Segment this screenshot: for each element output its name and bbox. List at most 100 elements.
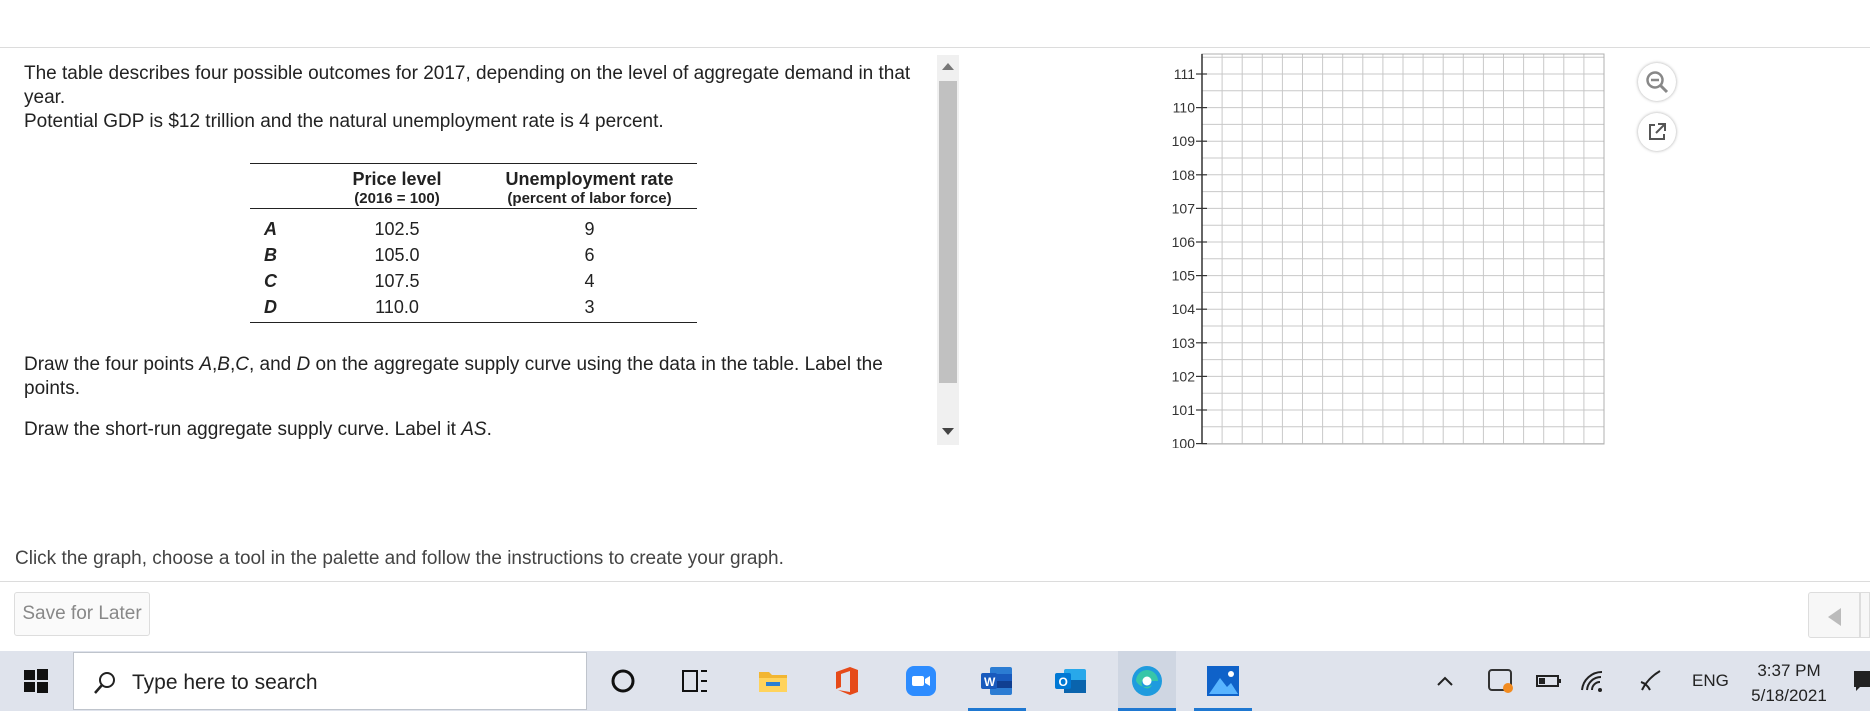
zoom-out-button[interactable] (1638, 63, 1676, 101)
row-unemp: 4 (584, 271, 595, 291)
row-price: 110.0 (312, 294, 482, 323)
row-label: A (264, 219, 277, 240)
row-price: 102.5 (374, 219, 420, 240)
taskbar-search[interactable]: Type here to search (73, 652, 587, 710)
point-label-c: C (235, 354, 249, 375)
notification-icon (1854, 671, 1870, 691)
y-tick-label: 106 (1172, 234, 1196, 250)
curve-label-as: AS (461, 419, 487, 440)
previous-question-button[interactable] (1808, 592, 1860, 638)
footer-divider (0, 581, 1870, 582)
tray-app-button[interactable] (1480, 651, 1522, 711)
popout-icon (1649, 123, 1666, 140)
question-draw-points: Draw the four points A,B,C, and D on the… (24, 354, 883, 399)
y-tick-label: 108 (1172, 167, 1196, 183)
pen-button[interactable] (1630, 651, 1672, 711)
graph-area[interactable]: 111 110 109 108 107 106 105 104 103 102 101 100 (1160, 52, 1620, 448)
table-row: C 107.5 4 (250, 269, 697, 295)
wifi-button[interactable] (1572, 651, 1614, 711)
y-tick-label: 111 (1174, 66, 1195, 82)
chevron-up-icon (1437, 676, 1453, 686)
outlook-icon: O (1055, 669, 1086, 693)
y-tick-label: 102 (1172, 368, 1196, 384)
top-divider (0, 47, 1870, 48)
photos-button[interactable] (1194, 651, 1252, 711)
task-view-button[interactable] (666, 651, 724, 711)
graph-instruction: Click the graph, choose a tool in the pa… (15, 548, 784, 569)
cortana-icon (611, 669, 635, 693)
y-tick-label: 100 (1172, 436, 1196, 448)
draw-points-mid: , and (248, 354, 297, 375)
svg-text:W: W (984, 675, 996, 689)
chevron-left-icon (1828, 608, 1841, 626)
table-row: D 110.0 3 (250, 294, 697, 323)
row-unemp: 6 (584, 245, 595, 265)
notification-button[interactable] (1852, 651, 1870, 711)
file-explorer-button[interactable] (744, 651, 802, 711)
scroll-thumb[interactable] (939, 81, 957, 383)
y-tick-label: 109 (1172, 133, 1196, 149)
row-unemp: 9 (584, 219, 595, 240)
row-label: B (264, 245, 277, 265)
photos-icon (1207, 666, 1239, 696)
save-for-later-button[interactable]: Save for Later (14, 592, 150, 636)
row-price: 107.5 (374, 271, 420, 291)
y-tick-label: 103 (1172, 335, 1196, 351)
windows-logo-icon (24, 669, 48, 693)
windows-taskbar: Type here to search W O ENG 3:37 PM 5/18… (0, 651, 1870, 711)
battery-button[interactable] (1528, 651, 1570, 711)
unemp-title: Unemployment rate (505, 169, 674, 189)
table-header-unemp: Unemployment rate (percent of labor forc… (482, 163, 697, 209)
draw-points-pre: Draw the four points (24, 354, 200, 375)
tray-app-icon (1488, 669, 1513, 693)
clock[interactable]: 3:37 PM 5/18/2021 (1740, 658, 1838, 708)
point-label-a: A (199, 354, 212, 375)
graph-canvas[interactable]: 111 110 109 108 107 106 105 104 103 102 101 100 (1160, 52, 1620, 448)
clock-time: 3:37 PM (1757, 661, 1821, 680)
price-level-title: Price level (352, 169, 442, 189)
next-question-button[interactable] (1860, 592, 1870, 638)
draw-curve-pre: Draw the short-run aggregate supply curv… (24, 419, 462, 440)
y-tick-label: 101 (1172, 402, 1196, 418)
zoom-app-button[interactable] (892, 651, 950, 711)
question-gdp: Potential GDP is $12 trillion and the na… (24, 111, 664, 132)
office-icon (836, 667, 858, 695)
video-camera-icon (906, 666, 936, 696)
task-view-icon (682, 670, 707, 692)
pen-icon (1640, 670, 1661, 691)
price-level-sub: (2016 = 100) (354, 190, 440, 207)
clock-date: 5/18/2021 (1751, 686, 1827, 705)
y-tick-label: 110 (1173, 100, 1196, 116)
row-label: D (250, 294, 312, 323)
table-row: B 105.0 6 (250, 243, 697, 269)
row-unemp: 3 (482, 294, 697, 323)
y-tick-label: 105 (1172, 268, 1196, 284)
language-indicator[interactable]: ENG (1692, 671, 1729, 691)
point-label-d: D (296, 354, 311, 375)
search-icon (94, 672, 115, 694)
battery-icon (1536, 675, 1561, 687)
word-button[interactable]: W (968, 651, 1026, 711)
cortana-button[interactable] (594, 651, 652, 711)
scroll-down-icon[interactable] (942, 428, 954, 435)
question-draw-curve: Draw the short-run aggregate supply curv… (24, 418, 924, 442)
edge-button[interactable] (1118, 651, 1176, 711)
scroll-up-icon[interactable] (942, 63, 954, 70)
draw-curve-post: . (486, 419, 492, 440)
table-row: A 102.5 9 (250, 209, 697, 243)
question-intro: The table describes four possible outcom… (24, 63, 911, 108)
table-header-blank (250, 163, 312, 209)
office-button[interactable] (818, 651, 876, 711)
question-scrollbar[interactable] (937, 55, 959, 445)
word-icon: W (981, 667, 1012, 695)
popout-button[interactable] (1638, 113, 1676, 151)
y-tick-label: 107 (1172, 200, 1196, 216)
outlook-button[interactable]: O (1042, 651, 1100, 711)
table-header-price: Price level (2016 = 100) (312, 163, 482, 209)
edge-icon (1132, 666, 1162, 696)
wifi-icon (1581, 670, 1603, 692)
folder-icon (759, 672, 787, 692)
start-button[interactable] (0, 651, 72, 711)
tray-expand-button[interactable] (1425, 651, 1465, 711)
data-table: Price level (2016 = 100) Unemployment ra… (250, 163, 697, 323)
